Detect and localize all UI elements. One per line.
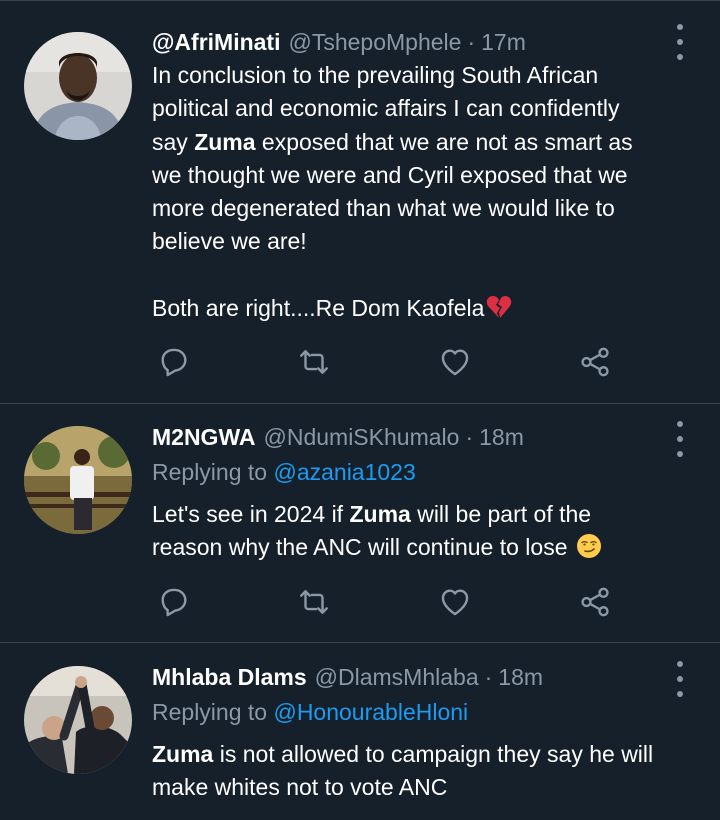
- text-fragment: say: [152, 128, 195, 155]
- like-icon[interactable]: [435, 342, 475, 382]
- bold-text: Zuma: [194, 128, 256, 155]
- retweet-icon[interactable]: [294, 582, 334, 622]
- text-fragment: Let's see in 2024 if: [152, 501, 350, 527]
- tweet[interactable]: Mhlaba Dlams @DlamsMhlaba · 18m Replying…: [0, 643, 720, 820]
- user-handle[interactable]: @TshepoMphele: [288, 29, 461, 56]
- avatar[interactable]: [24, 666, 132, 774]
- text-line: make whites not to vote ANC: [152, 774, 448, 801]
- timestamp[interactable]: 18m: [498, 664, 543, 691]
- tweet-header: M2NGWA @NdumiSKhumalo · 18m: [152, 421, 524, 453]
- tweet-actions: [152, 582, 632, 622]
- more-icon[interactable]: [670, 661, 690, 697]
- tweet-header: @AfriMinati @TshepoMphele · 17m: [152, 26, 526, 58]
- replying-to-link[interactable]: @HonourableHloni: [273, 699, 468, 725]
- text-fragment: is not allowed to campaign they say he w…: [213, 741, 654, 767]
- display-name[interactable]: Mhlaba Dlams: [152, 664, 307, 691]
- separator-dot: ·: [467, 28, 476, 55]
- avatar[interactable]: [24, 426, 132, 534]
- tweet[interactable]: @AfriMinati @TshepoMphele · 17m In concl…: [0, 0, 720, 404]
- timestamp[interactable]: 17m: [481, 29, 526, 56]
- retweet-icon[interactable]: [294, 342, 334, 382]
- more-icon[interactable]: [670, 24, 690, 60]
- replying-to: Replying to @azania1023: [152, 459, 416, 486]
- reply-icon[interactable]: [154, 342, 194, 382]
- share-icon[interactable]: [575, 342, 615, 382]
- reply-icon[interactable]: [154, 582, 194, 622]
- bold-text: Zuma: [349, 501, 411, 527]
- user-handle[interactable]: @DlamsMhlaba: [315, 664, 479, 691]
- like-icon[interactable]: [435, 582, 475, 622]
- text-line: we thought we were and Cyril exposed tha…: [152, 161, 628, 188]
- share-icon[interactable]: [575, 582, 615, 622]
- bold-text: Zuma: [152, 741, 214, 767]
- tweet-text: In conclusion to the prevailing South Af…: [152, 59, 700, 325]
- user-handle[interactable]: @NdumiSKhumalo: [264, 424, 460, 451]
- avatar[interactable]: [24, 32, 132, 140]
- text-line: more degenerated than what we would like…: [152, 195, 615, 222]
- text-line: political and economic affairs I can con…: [152, 95, 620, 122]
- replying-label: Replying to: [152, 459, 268, 485]
- text-line: believe we are!: [152, 228, 307, 255]
- tweet[interactable]: M2NGWA @NdumiSKhumalo · 18m Replying to …: [0, 404, 720, 643]
- timestamp[interactable]: 18m: [479, 424, 524, 451]
- tweet-text: Let's see in 2024 if Zuma will be part o…: [152, 498, 700, 565]
- text-line: reason why the ANC will continue to lose: [152, 531, 700, 564]
- text-fragment: exposed that we are not as smart as: [255, 128, 633, 155]
- text-line: say Zuma exposed that we are not as smar…: [152, 126, 700, 159]
- replying-to-link[interactable]: @azania1023: [273, 459, 415, 485]
- tweet-actions: [152, 342, 632, 382]
- text-fragment: reason why the ANC will continue to lose: [152, 534, 568, 561]
- text-fragment: Both are right....Re Dom Kaofela: [152, 295, 485, 322]
- smirk-face-icon: [576, 534, 601, 559]
- text-line: Let's see in 2024 if Zuma will be part o…: [152, 498, 700, 531]
- display-name[interactable]: M2NGWA: [152, 424, 256, 451]
- more-icon[interactable]: [670, 421, 690, 457]
- tweet-header: Mhlaba Dlams @DlamsMhlaba · 18m: [152, 661, 543, 693]
- replying-to: Replying to @HonourableHloni: [152, 699, 468, 726]
- text-fragment: will be part of the: [410, 501, 592, 527]
- separator-dot: ·: [484, 663, 493, 690]
- text-line: In conclusion to the prevailing South Af…: [152, 62, 599, 88]
- tweet-text: Zuma is not allowed to campaign they say…: [152, 738, 700, 805]
- broken-heart-icon: [487, 296, 512, 319]
- display-name[interactable]: @AfriMinati: [152, 29, 280, 56]
- text-line: Zuma is not allowed to campaign they say…: [152, 738, 700, 771]
- replying-label: Replying to: [152, 699, 268, 725]
- separator-dot: ·: [465, 423, 474, 450]
- text-line: Both are right....Re Dom Kaofela: [152, 292, 700, 325]
